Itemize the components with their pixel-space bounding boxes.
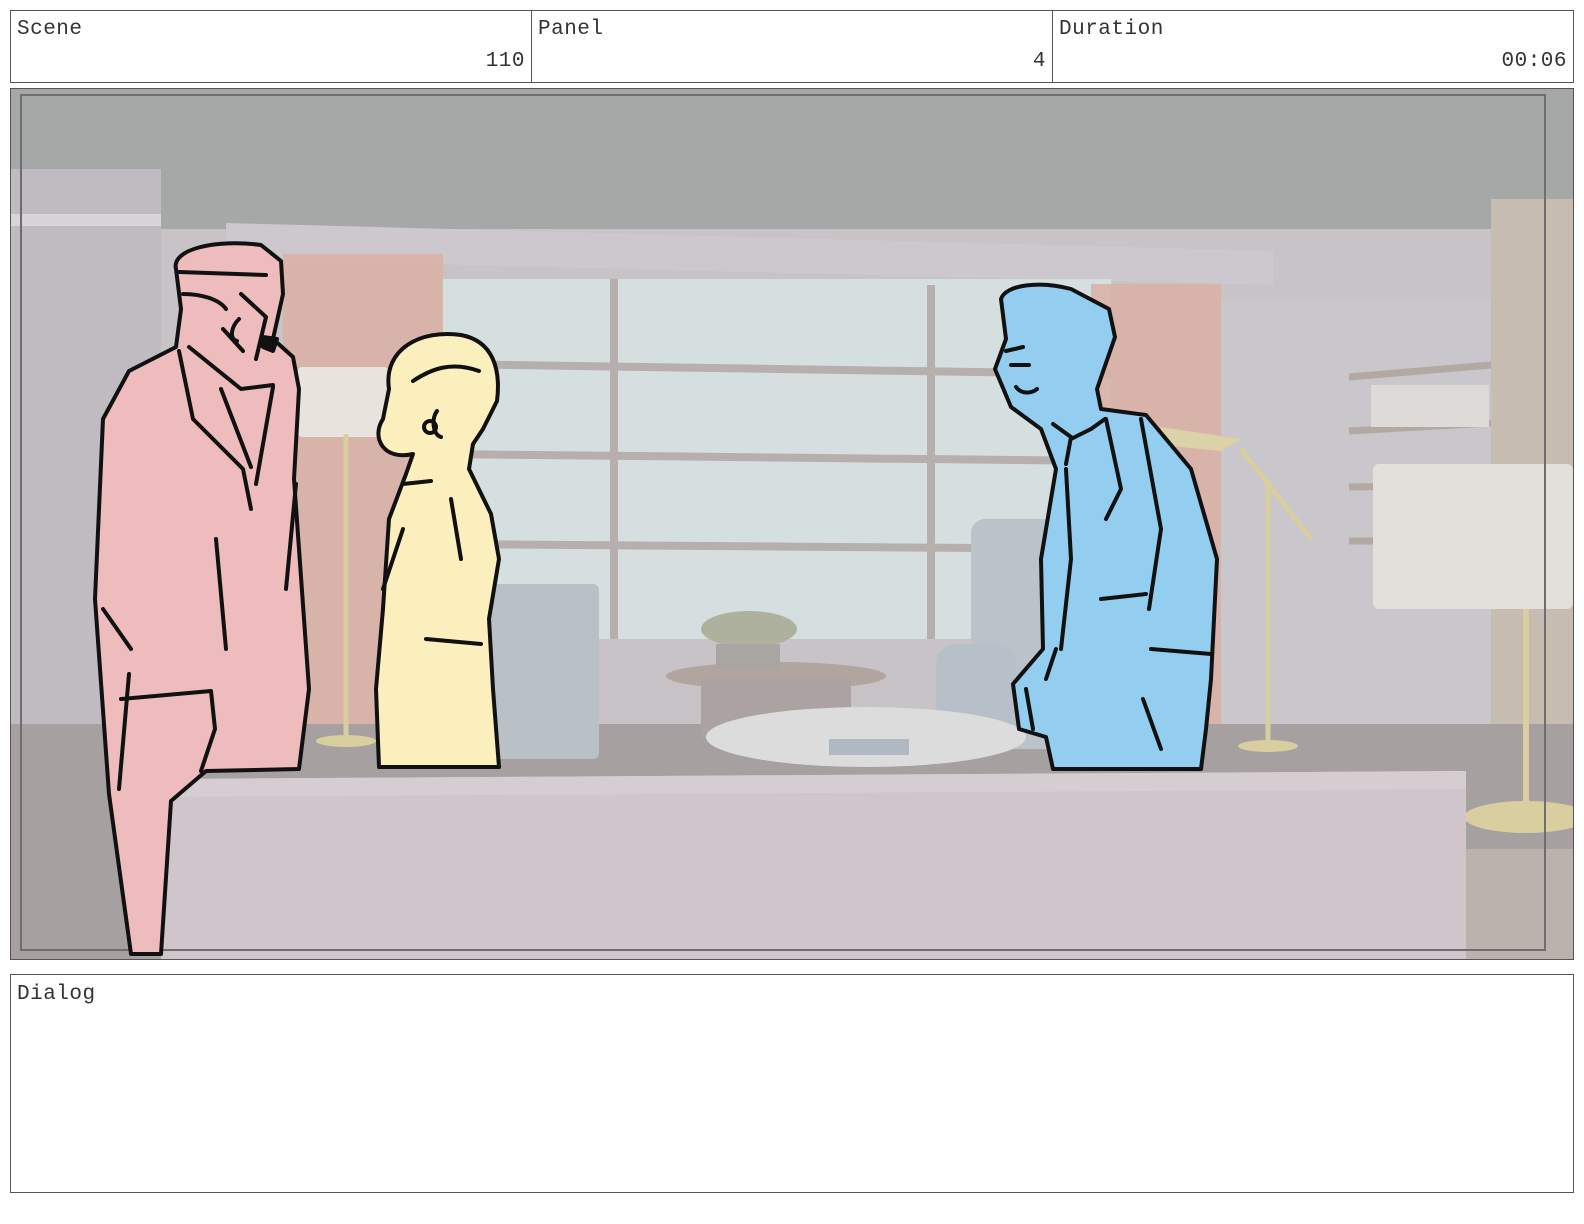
- character-woman: [374, 332, 501, 769]
- panel-number: 4: [1032, 50, 1046, 73]
- foreground-desk: [161, 771, 1466, 959]
- storyboard-frame: [10, 88, 1574, 960]
- scene-label: Scene: [17, 18, 83, 41]
- panel-cell: Panel 4: [532, 11, 1053, 82]
- dialog-box: Dialog: [10, 974, 1574, 1193]
- duration-cell: Duration 00:06: [1053, 11, 1573, 82]
- scene-cell: Scene 110: [11, 11, 532, 82]
- panel-label: Panel: [538, 18, 604, 41]
- lamp-left: [298, 367, 388, 437]
- duration-value: 00:06: [1501, 50, 1567, 73]
- armchair-left: [489, 584, 599, 759]
- lamp-shade-right: [1373, 464, 1573, 609]
- panel-header: Scene 110 Panel 4 Duration 00:06: [10, 10, 1574, 83]
- scene-number: 110: [485, 50, 525, 73]
- dialog-label: Dialog: [17, 983, 96, 1006]
- duration-label: Duration: [1059, 18, 1164, 41]
- storyboard-illustration: [11, 89, 1573, 959]
- plant: [701, 611, 797, 647]
- coffee-table: [706, 707, 1026, 767]
